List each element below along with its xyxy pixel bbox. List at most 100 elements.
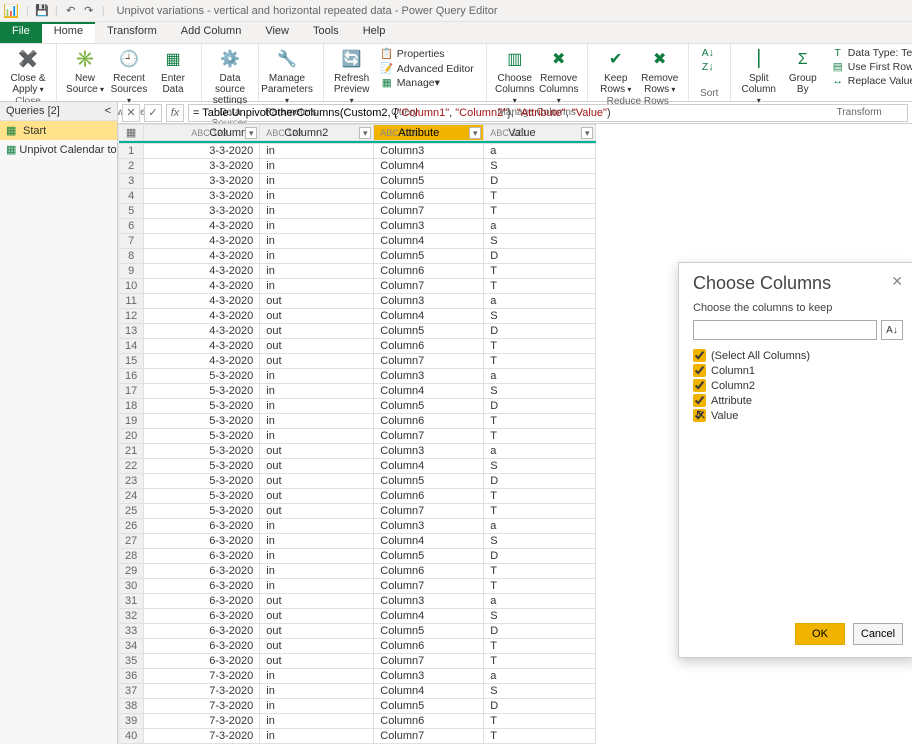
cell[interactable]: in	[260, 414, 374, 429]
table-row[interactable]: 124-3-2020outColumn4S	[119, 309, 596, 324]
remove-columns-button[interactable]: ✖Remove Columns	[537, 46, 581, 106]
accept-formula-icon[interactable]: ✓	[144, 104, 162, 122]
cell[interactable]: Column6	[374, 264, 484, 279]
cell[interactable]: Column5	[374, 399, 484, 414]
cell[interactable]: T	[484, 204, 596, 219]
table-row[interactable]: 33-3-2020inColumn5D	[119, 174, 596, 189]
cell[interactable]: D	[484, 699, 596, 714]
table-row[interactable]: 316-3-2020outColumn3a	[119, 594, 596, 609]
cell[interactable]: Column6	[374, 714, 484, 729]
group-by-button[interactable]: ΣGroup By	[781, 46, 825, 95]
cell[interactable]: T	[484, 639, 596, 654]
dialog-checkbox-item[interactable]: Value	[693, 408, 903, 423]
table-row[interactable]: 64-3-2020inColumn3a	[119, 219, 596, 234]
cell[interactable]: Column5	[374, 474, 484, 489]
table-row[interactable]: 205-3-2020inColumn7T	[119, 429, 596, 444]
cell[interactable]: Column3	[374, 369, 484, 384]
cell[interactable]: in	[260, 564, 374, 579]
grid-corner[interactable]: ▦	[119, 125, 144, 141]
cell[interactable]: in	[260, 549, 374, 564]
table-row[interactable]: 326-3-2020outColumn4S	[119, 609, 596, 624]
formula-input[interactable]: = Table.UnpivotOtherColumns(Custom2, {"C…	[188, 104, 908, 122]
cell[interactable]: out	[260, 474, 374, 489]
cell[interactable]: 5-3-2020	[144, 444, 260, 459]
filter-dropdown-icon[interactable]: ▾	[245, 127, 257, 139]
cell[interactable]: out	[260, 324, 374, 339]
cell[interactable]: 7-3-2020	[144, 669, 260, 684]
cell[interactable]: Column4	[374, 609, 484, 624]
cell[interactable]: 5-3-2020	[144, 489, 260, 504]
cell[interactable]: out	[260, 339, 374, 354]
cell[interactable]: T	[484, 504, 596, 519]
cell[interactable]: out	[260, 624, 374, 639]
cell[interactable]: D	[484, 249, 596, 264]
cell[interactable]: 4-3-2020	[144, 279, 260, 294]
table-row[interactable]: 356-3-2020outColumn7T	[119, 654, 596, 669]
cell[interactable]: in	[260, 714, 374, 729]
cell[interactable]: in	[260, 159, 374, 174]
table-row[interactable]: 336-3-2020outColumn5D	[119, 624, 596, 639]
table-row[interactable]: 13-3-2020inColumn3a	[119, 144, 596, 159]
undo-icon[interactable]: ↶	[62, 3, 80, 19]
cell[interactable]: Column4	[374, 234, 484, 249]
cell[interactable]: 4-3-2020	[144, 324, 260, 339]
cell[interactable]: D	[484, 474, 596, 489]
cell[interactable]: out	[260, 459, 374, 474]
cell[interactable]: a	[484, 669, 596, 684]
cell[interactable]: a	[484, 519, 596, 534]
cell[interactable]: Column7	[374, 729, 484, 744]
cell[interactable]: T	[484, 429, 596, 444]
cell[interactable]: Column7	[374, 279, 484, 294]
cell[interactable]: out	[260, 504, 374, 519]
table-row[interactable]: 94-3-2020inColumn6T	[119, 264, 596, 279]
cell[interactable]: a	[484, 369, 596, 384]
cell[interactable]: 4-3-2020	[144, 339, 260, 354]
dialog-search-input[interactable]	[693, 320, 877, 340]
cell[interactable]: in	[260, 579, 374, 594]
dialog-ok-button[interactable]: OK	[795, 623, 845, 645]
cell[interactable]: 5-3-2020	[144, 504, 260, 519]
cell[interactable]: out	[260, 609, 374, 624]
table-row[interactable]: 235-3-2020outColumn5D	[119, 474, 596, 489]
cell[interactable]: a	[484, 294, 596, 309]
dialog-close-icon[interactable]: ✕	[891, 273, 903, 294]
cell[interactable]: 3-3-2020	[144, 144, 260, 159]
table-row[interactable]: 367-3-2020inColumn3a	[119, 669, 596, 684]
cell[interactable]: a	[484, 144, 596, 159]
cell[interactable]: Column4	[374, 684, 484, 699]
cell[interactable]: 3-3-2020	[144, 159, 260, 174]
table-row[interactable]: 84-3-2020inColumn5D	[119, 249, 596, 264]
cell[interactable]: Column5	[374, 249, 484, 264]
cell[interactable]: out	[260, 594, 374, 609]
cell[interactable]: Column7	[374, 429, 484, 444]
cell[interactable]: 3-3-2020	[144, 204, 260, 219]
dialog-checkbox-item[interactable]: (Select All Columns)	[693, 348, 903, 363]
col-header-column1[interactable]: ABC 123Column1▾	[144, 125, 260, 141]
cell[interactable]: in	[260, 174, 374, 189]
table-row[interactable]: 134-3-2020outColumn5D	[119, 324, 596, 339]
enter-data-button[interactable]: ▦Enter Data	[151, 46, 195, 95]
cell[interactable]: Column4	[374, 534, 484, 549]
cell[interactable]: 6-3-2020	[144, 519, 260, 534]
checkbox[interactable]	[693, 364, 706, 377]
cell[interactable]: T	[484, 579, 596, 594]
cell[interactable]: 4-3-2020	[144, 234, 260, 249]
cell[interactable]: Column3	[374, 594, 484, 609]
cell[interactable]: in	[260, 699, 374, 714]
cell[interactable]: 5-3-2020	[144, 459, 260, 474]
cell[interactable]: Column3	[374, 669, 484, 684]
cell[interactable]: in	[260, 369, 374, 384]
dialog-checkbox-item[interactable]: Column1	[693, 363, 903, 378]
table-row[interactable]: 407-3-2020inColumn7T	[119, 729, 596, 744]
recent-sources-button[interactable]: 🕘Recent Sources	[107, 46, 151, 106]
advanced-editor-button[interactable]: 📝Advanced Editor	[378, 61, 476, 76]
table-row[interactable]: 296-3-2020inColumn6T	[119, 564, 596, 579]
table-row[interactable]: 306-3-2020inColumn7T	[119, 579, 596, 594]
cell[interactable]: 5-3-2020	[144, 474, 260, 489]
tab-home[interactable]: Home	[42, 22, 95, 43]
cell[interactable]: T	[484, 339, 596, 354]
new-source-button[interactable]: ✳️New Source	[63, 46, 107, 95]
cell[interactable]: in	[260, 729, 374, 744]
table-row[interactable]: 377-3-2020inColumn4S	[119, 684, 596, 699]
collapse-icon[interactable]: <	[105, 105, 111, 117]
